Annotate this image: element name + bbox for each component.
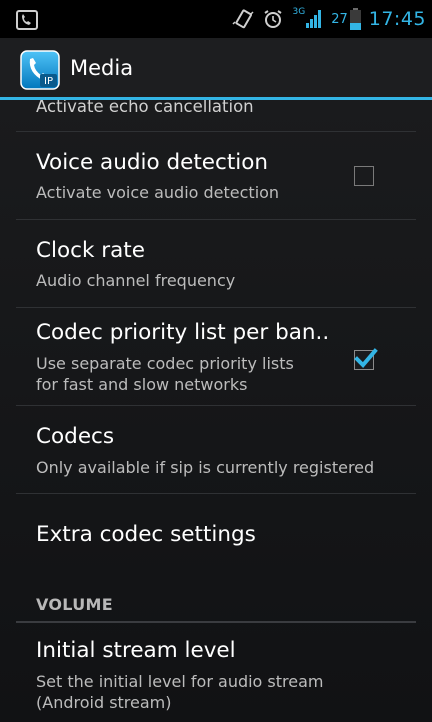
- list-item-echo-cancellation[interactable]: Activate echo cancellation: [0, 100, 432, 132]
- action-bar: IP Media: [0, 38, 432, 100]
- battery-icon: [349, 8, 361, 30]
- list-item-title: Extra codec settings: [36, 522, 256, 547]
- section-header-volume: VOLUME: [36, 595, 113, 614]
- list-item-summary: Activate echo cancellation: [36, 100, 254, 116]
- list-item-summary: Activate voice audio detection: [36, 183, 280, 202]
- status-bar: 3G 27 17:45: [0, 0, 432, 38]
- list-item-title: Codec priority list per ban..: [36, 320, 330, 345]
- voice-audio-detection-checkbox[interactable]: [354, 166, 374, 186]
- list-item-title: Clock rate: [36, 238, 145, 263]
- list-item-clock-rate[interactable]: Clock rate Audio channel frequency: [0, 220, 432, 307]
- list-item-title: Voice audio detection: [36, 150, 268, 175]
- alarm-icon: [264, 10, 283, 28]
- list-item-codecs[interactable]: Codecs Only available if sip is currentl…: [0, 406, 432, 493]
- checkmark-icon: [354, 348, 378, 368]
- list-item-title: Initial stream level: [36, 638, 236, 663]
- app-icon[interactable]: IP: [20, 50, 60, 90]
- vibrate-icon: [232, 9, 255, 29]
- preferences-list[interactable]: Activate echo cancellation Voice audio d…: [0, 100, 432, 722]
- list-item-codec-priority[interactable]: Codec priority list per ban.. Use separa…: [0, 308, 432, 405]
- network-type-label: 3G: [292, 7, 306, 17]
- battery-level-label: 27: [331, 11, 348, 27]
- list-item-summary-line-1: Set the initial level for audio stream: [36, 672, 324, 691]
- codec-priority-checkbox[interactable]: [354, 348, 378, 370]
- signal-icon: [306, 10, 322, 28]
- list-item-extra-codec-settings[interactable]: Extra codec settings: [0, 494, 432, 581]
- sip-notification-icon: [16, 10, 38, 30]
- page-title: Media: [70, 56, 134, 80]
- clock-time: 17:45: [368, 8, 426, 30]
- list-item-title: Codecs: [36, 424, 115, 449]
- app-icon-label: IP: [44, 76, 53, 87]
- list-item-summary: Only available if sip is currently regis…: [36, 458, 375, 477]
- list-item-summary-line-2: for fast and slow networks: [36, 375, 248, 394]
- list-item-voice-audio-detection[interactable]: Voice audio detection Activate voice aud…: [0, 132, 432, 219]
- section-divider: [16, 621, 416, 623]
- list-item-initial-stream-level[interactable]: Initial stream level Set the initial lev…: [0, 624, 432, 722]
- list-item-summary-line-2: (Android stream): [36, 693, 172, 712]
- list-item-summary: Audio channel frequency: [36, 271, 236, 290]
- list-item-summary-line-1: Use separate codec priority lists: [36, 354, 294, 373]
